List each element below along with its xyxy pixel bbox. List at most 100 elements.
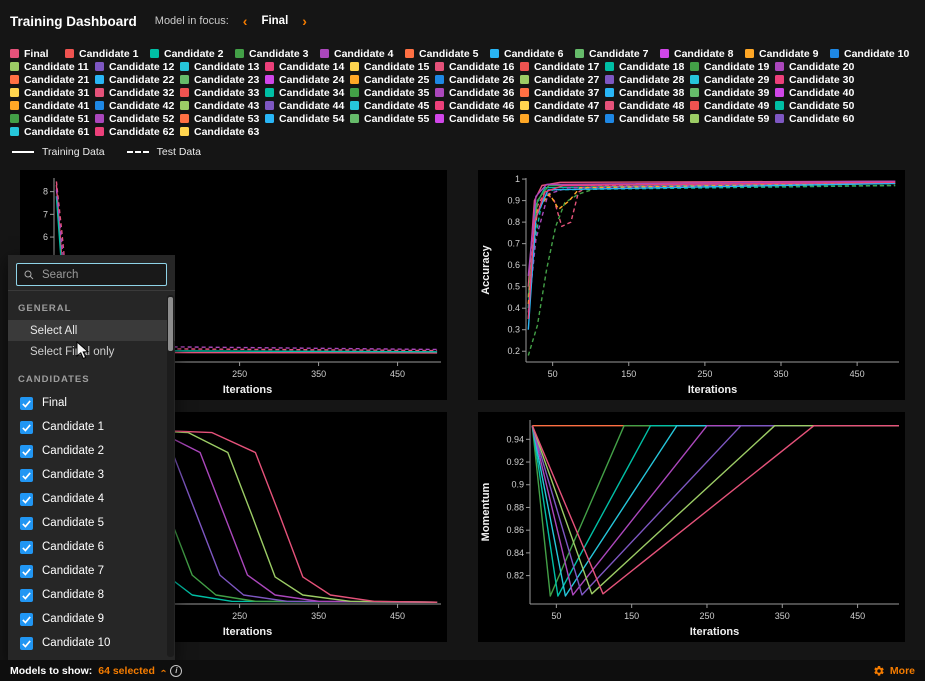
legend-item-candidate-46[interactable]: Candidate 46 [435, 99, 520, 112]
legend-item-candidate-48[interactable]: Candidate 48 [605, 99, 690, 112]
candidate-row-candidate-8[interactable]: Candidate 8 [8, 583, 175, 607]
legend-item-candidate-9[interactable]: Candidate 9 [745, 47, 830, 60]
legend-item-candidate-25[interactable]: Candidate 25 [350, 73, 435, 86]
dropdown-scrollbar[interactable] [167, 295, 174, 657]
legend-item-candidate-1[interactable]: Candidate 1 [65, 47, 150, 60]
legend-item-candidate-16[interactable]: Candidate 16 [435, 60, 520, 73]
candidate-row-candidate-9[interactable]: Candidate 9 [8, 607, 175, 631]
legend-item-candidate-56[interactable]: Candidate 56 [435, 112, 520, 125]
legend-item-candidate-60[interactable]: Candidate 60 [775, 112, 860, 125]
option-select-final-only[interactable]: Select Final only [8, 341, 175, 362]
legend-item-candidate-36[interactable]: Candidate 36 [435, 86, 520, 99]
legend-item-candidate-19[interactable]: Candidate 19 [690, 60, 775, 73]
legend-item-candidate-35[interactable]: Candidate 35 [350, 86, 435, 99]
checkbox-checked-icon[interactable] [20, 613, 33, 626]
legend-item-candidate-30[interactable]: Candidate 30 [775, 73, 860, 86]
checkbox-checked-icon[interactable] [20, 421, 33, 434]
legend-item-candidate-33[interactable]: Candidate 33 [180, 86, 265, 99]
candidate-row-candidate-4[interactable]: Candidate 4 [8, 487, 175, 511]
legend-item-candidate-6[interactable]: Candidate 6 [490, 47, 575, 60]
scrollbar-thumb[interactable] [168, 297, 173, 351]
legend-item-candidate-44[interactable]: Candidate 44 [265, 99, 350, 112]
candidate-row-candidate-10[interactable]: Candidate 10 [8, 631, 175, 655]
legend-item-candidate-53[interactable]: Candidate 53 [180, 112, 265, 125]
legend-item-candidate-8[interactable]: Candidate 8 [660, 47, 745, 60]
legend-item-candidate-27[interactable]: Candidate 27 [520, 73, 605, 86]
legend-item-candidate-15[interactable]: Candidate 15 [350, 60, 435, 73]
legend-item-candidate-38[interactable]: Candidate 38 [605, 86, 690, 99]
legend-item-candidate-31[interactable]: Candidate 31 [10, 86, 95, 99]
legend-item-candidate-34[interactable]: Candidate 34 [265, 86, 350, 99]
legend-item-candidate-23[interactable]: Candidate 23 [180, 73, 265, 86]
legend-item-candidate-39[interactable]: Candidate 39 [690, 86, 775, 99]
legend-item-candidate-62[interactable]: Candidate 62 [95, 125, 180, 138]
legend-item-candidate-7[interactable]: Candidate 7 [575, 47, 660, 60]
legend-item-candidate-29[interactable]: Candidate 29 [690, 73, 775, 86]
legend-item-candidate-13[interactable]: Candidate 13 [180, 60, 265, 73]
more-button[interactable]: More [873, 665, 915, 677]
next-model-button[interactable]: › [302, 14, 307, 28]
legend-item-candidate-54[interactable]: Candidate 54 [265, 112, 350, 125]
legend-item-candidate-12[interactable]: Candidate 12 [95, 60, 180, 73]
legend-item-candidate-5[interactable]: Candidate 5 [405, 47, 490, 60]
checkbox-checked-icon[interactable] [20, 445, 33, 458]
candidate-row-candidate-5[interactable]: Candidate 5 [8, 511, 175, 535]
legend-item-candidate-32[interactable]: Candidate 32 [95, 86, 180, 99]
chart-canvas-accuracy[interactable]: 0.20.30.40.50.60.70.80.9150150250350450I… [478, 170, 905, 400]
legend-item-candidate-4[interactable]: Candidate 4 [320, 47, 405, 60]
info-icon[interactable]: i [170, 665, 182, 677]
legend-item-candidate-61[interactable]: Candidate 61 [10, 125, 95, 138]
checkbox-checked-icon[interactable] [20, 589, 33, 602]
legend-item-candidate-41[interactable]: Candidate 41 [10, 99, 95, 112]
checkbox-checked-icon[interactable] [20, 493, 33, 506]
legend-item-candidate-50[interactable]: Candidate 50 [775, 99, 860, 112]
legend-item-candidate-52[interactable]: Candidate 52 [95, 112, 180, 125]
legend-item-candidate-28[interactable]: Candidate 28 [605, 73, 690, 86]
candidate-row-candidate-6[interactable]: Candidate 6 [8, 535, 175, 559]
legend-item-candidate-59[interactable]: Candidate 59 [690, 112, 775, 125]
accuracy-chart[interactable]: 0.20.30.40.50.60.70.80.9150150250350450I… [478, 170, 905, 400]
momentum-chart[interactable]: 0.820.840.860.880.90.920.945015025035045… [478, 412, 905, 642]
legend-item-candidate-26[interactable]: Candidate 26 [435, 73, 520, 86]
legend-item-candidate-40[interactable]: Candidate 40 [775, 86, 860, 99]
legend-item-candidate-22[interactable]: Candidate 22 [95, 73, 180, 86]
legend-item-candidate-20[interactable]: Candidate 20 [775, 60, 860, 73]
legend-item-candidate-57[interactable]: Candidate 57 [520, 112, 605, 125]
candidate-row-candidate-7[interactable]: Candidate 7 [8, 559, 175, 583]
legend-item-candidate-21[interactable]: Candidate 21 [10, 73, 95, 86]
candidate-row-candidate-2[interactable]: Candidate 2 [8, 439, 175, 463]
checkbox-checked-icon[interactable] [20, 517, 33, 530]
legend-item-candidate-2[interactable]: Candidate 2 [150, 47, 235, 60]
legend-item-candidate-42[interactable]: Candidate 42 [95, 99, 180, 112]
checkbox-checked-icon[interactable] [20, 637, 33, 650]
checkbox-checked-icon[interactable] [20, 565, 33, 578]
legend-item-final[interactable]: Final [10, 47, 65, 60]
legend-item-candidate-47[interactable]: Candidate 47 [520, 99, 605, 112]
checkbox-checked-icon[interactable] [20, 541, 33, 554]
candidate-row-candidate-1[interactable]: Candidate 1 [8, 415, 175, 439]
checkbox-checked-icon[interactable] [20, 469, 33, 482]
legend-item-candidate-58[interactable]: Candidate 58 [605, 112, 690, 125]
legend-item-candidate-17[interactable]: Candidate 17 [520, 60, 605, 73]
legend-item-candidate-24[interactable]: Candidate 24 [265, 73, 350, 86]
collapse-chevron-icon[interactable]: › [157, 669, 169, 673]
legend-item-candidate-55[interactable]: Candidate 55 [350, 112, 435, 125]
legend-item-candidate-3[interactable]: Candidate 3 [235, 47, 320, 60]
checkbox-checked-icon[interactable] [20, 397, 33, 410]
chart-canvas-momentum[interactable]: 0.820.840.860.880.90.920.945015025035045… [478, 412, 905, 642]
selected-count[interactable]: 64 selected [98, 665, 155, 677]
legend-item-candidate-43[interactable]: Candidate 43 [180, 99, 265, 112]
search-box[interactable] [16, 263, 167, 286]
legend-item-candidate-18[interactable]: Candidate 18 [605, 60, 690, 73]
candidate-row-candidate-3[interactable]: Candidate 3 [8, 463, 175, 487]
legend-item-candidate-11[interactable]: Candidate 11 [10, 60, 95, 73]
legend-item-candidate-14[interactable]: Candidate 14 [265, 60, 350, 73]
prev-model-button[interactable]: ‹ [243, 14, 248, 28]
candidate-row-final[interactable]: Final [8, 391, 175, 415]
search-input[interactable] [40, 268, 160, 282]
option-select-all[interactable]: Select All [8, 320, 175, 341]
legend-item-candidate-49[interactable]: Candidate 49 [690, 99, 775, 112]
legend-item-candidate-63[interactable]: Candidate 63 [180, 125, 265, 138]
legend-item-candidate-10[interactable]: Candidate 10 [830, 47, 915, 60]
legend-item-candidate-37[interactable]: Candidate 37 [520, 86, 605, 99]
